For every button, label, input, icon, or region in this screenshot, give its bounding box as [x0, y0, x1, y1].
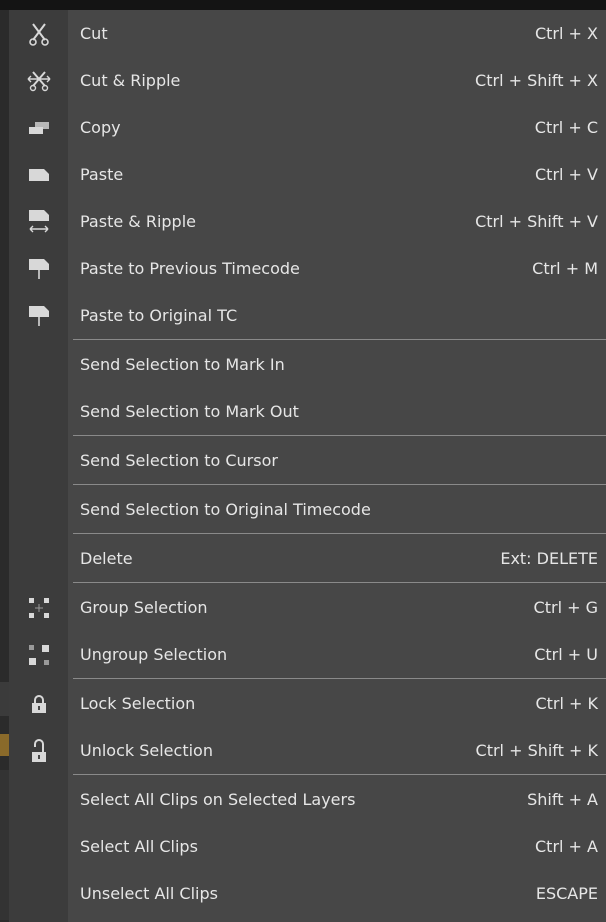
background-strip — [0, 770, 9, 920]
menu-item-shortcut: Ctrl + A — [535, 837, 598, 856]
menu-item-shortcut: Ctrl + V — [535, 165, 598, 184]
menu-item-paste-ripple[interactable]: Paste & Ripple Ctrl + Shift + V — [9, 198, 606, 245]
menu-items: Cut Ctrl + X Cut & Ripple Ctrl + Shift +… — [9, 10, 606, 917]
menu-item-shortcut: Ext: DELETE — [500, 549, 598, 568]
menu-item-shortcut: Ctrl + Shift + K — [475, 741, 598, 760]
background-timeline-edge — [0, 10, 9, 922]
group-icon — [9, 584, 68, 631]
menu-item-shortcut: Ctrl + M — [532, 259, 598, 278]
menu-item-label: Delete — [80, 549, 133, 568]
menu-item-shortcut: Ctrl + Shift + V — [475, 212, 598, 231]
menu-item-label: Select All Clips on Selected Layers — [80, 790, 356, 809]
menu-item-shortcut: Shift + A — [527, 790, 598, 809]
menu-item-unselect-all-clips[interactable]: Unselect All Clips ESCAPE — [9, 870, 606, 917]
menu-item-cut[interactable]: Cut Ctrl + X — [9, 10, 606, 57]
menu-item-shortcut: Ctrl + U — [534, 645, 598, 664]
menu-item-label: Copy — [80, 118, 121, 137]
menu-item-label: Lock Selection — [80, 694, 196, 713]
menu-item-label: Select All Clips — [80, 837, 198, 856]
menu-item-label: Group Selection — [80, 598, 208, 617]
background-strip — [0, 734, 9, 756]
paste-icon — [9, 151, 68, 198]
menu-item-lock-selection[interactable]: Lock Selection Ctrl + K — [9, 680, 606, 727]
menu-item-shortcut: ESCAPE — [535, 884, 598, 903]
edit-context-menu: Cut Ctrl + X Cut & Ripple Ctrl + Shift +… — [9, 10, 606, 922]
menu-item-label: Paste & Ripple — [80, 212, 196, 231]
menu-item-label: Send Selection to Mark Out — [80, 402, 299, 421]
menu-item-delete[interactable]: Delete Ext: DELETE — [9, 535, 606, 582]
menu-item-cut-ripple[interactable]: Cut & Ripple Ctrl + Shift + X — [9, 57, 606, 104]
unlock-icon — [9, 727, 68, 774]
menu-item-label: Paste — [80, 165, 124, 184]
lock-icon — [9, 680, 68, 727]
menu-item-paste-original-tc[interactable]: Paste to Original TC — [9, 292, 606, 339]
menu-item-select-all-clips-on-selected-layers[interactable]: Select All Clips on Selected Layers Shif… — [9, 776, 606, 823]
menu-item-label: Ungroup Selection — [80, 645, 228, 664]
menu-item-shortcut: Ctrl + K — [535, 694, 598, 713]
scissors-icon — [9, 10, 68, 57]
menu-item-label: Send Selection to Original Timecode — [80, 500, 371, 519]
menu-item-label: Send Selection to Cursor — [80, 451, 278, 470]
window-top-bar — [0, 0, 606, 10]
menu-item-send-to-mark-out[interactable]: Send Selection to Mark Out — [9, 388, 606, 435]
paste-original-tc-icon — [9, 292, 68, 339]
menu-item-ungroup-selection[interactable]: Ungroup Selection Ctrl + U — [9, 631, 606, 678]
menu-item-label: Cut — [80, 24, 108, 43]
menu-item-label: Send Selection to Mark In — [80, 355, 285, 374]
cut-ripple-icon — [9, 57, 68, 104]
background-strip — [0, 682, 9, 716]
menu-item-shortcut: Ctrl + G — [533, 598, 598, 617]
menu-item-send-to-original-timecode[interactable]: Send Selection to Original Timecode — [9, 486, 606, 533]
menu-item-group-selection[interactable]: Group Selection Ctrl + G — [9, 584, 606, 631]
menu-item-paste[interactable]: Paste Ctrl + V — [9, 151, 606, 198]
menu-item-unlock-selection[interactable]: Unlock Selection Ctrl + Shift + K — [9, 727, 606, 774]
menu-item-shortcut: Ctrl + X — [534, 24, 598, 43]
menu-item-shortcut: Ctrl + Shift + X — [475, 71, 598, 90]
copy-icon — [9, 104, 68, 151]
menu-item-label: Unselect All Clips — [80, 884, 218, 903]
menu-item-label: Unlock Selection — [80, 741, 213, 760]
menu-item-shortcut: Ctrl + C — [534, 118, 598, 137]
menu-item-label: Paste to Previous Timecode — [80, 259, 300, 278]
menu-item-paste-previous-timecode[interactable]: Paste to Previous Timecode Ctrl + M — [9, 245, 606, 292]
menu-item-send-to-mark-in[interactable]: Send Selection to Mark In — [9, 341, 606, 388]
menu-item-copy[interactable]: Copy Ctrl + C — [9, 104, 606, 151]
paste-ripple-icon — [9, 198, 68, 245]
menu-item-label: Paste to Original TC — [80, 306, 238, 325]
paste-previous-timecode-icon — [9, 245, 68, 292]
ungroup-icon — [9, 631, 68, 678]
screen: Cut Ctrl + X Cut & Ripple Ctrl + Shift +… — [0, 0, 606, 922]
menu-item-label: Cut & Ripple — [80, 71, 181, 90]
menu-item-select-all-clips[interactable]: Select All Clips Ctrl + A — [9, 823, 606, 870]
menu-item-send-to-cursor[interactable]: Send Selection to Cursor — [9, 437, 606, 484]
